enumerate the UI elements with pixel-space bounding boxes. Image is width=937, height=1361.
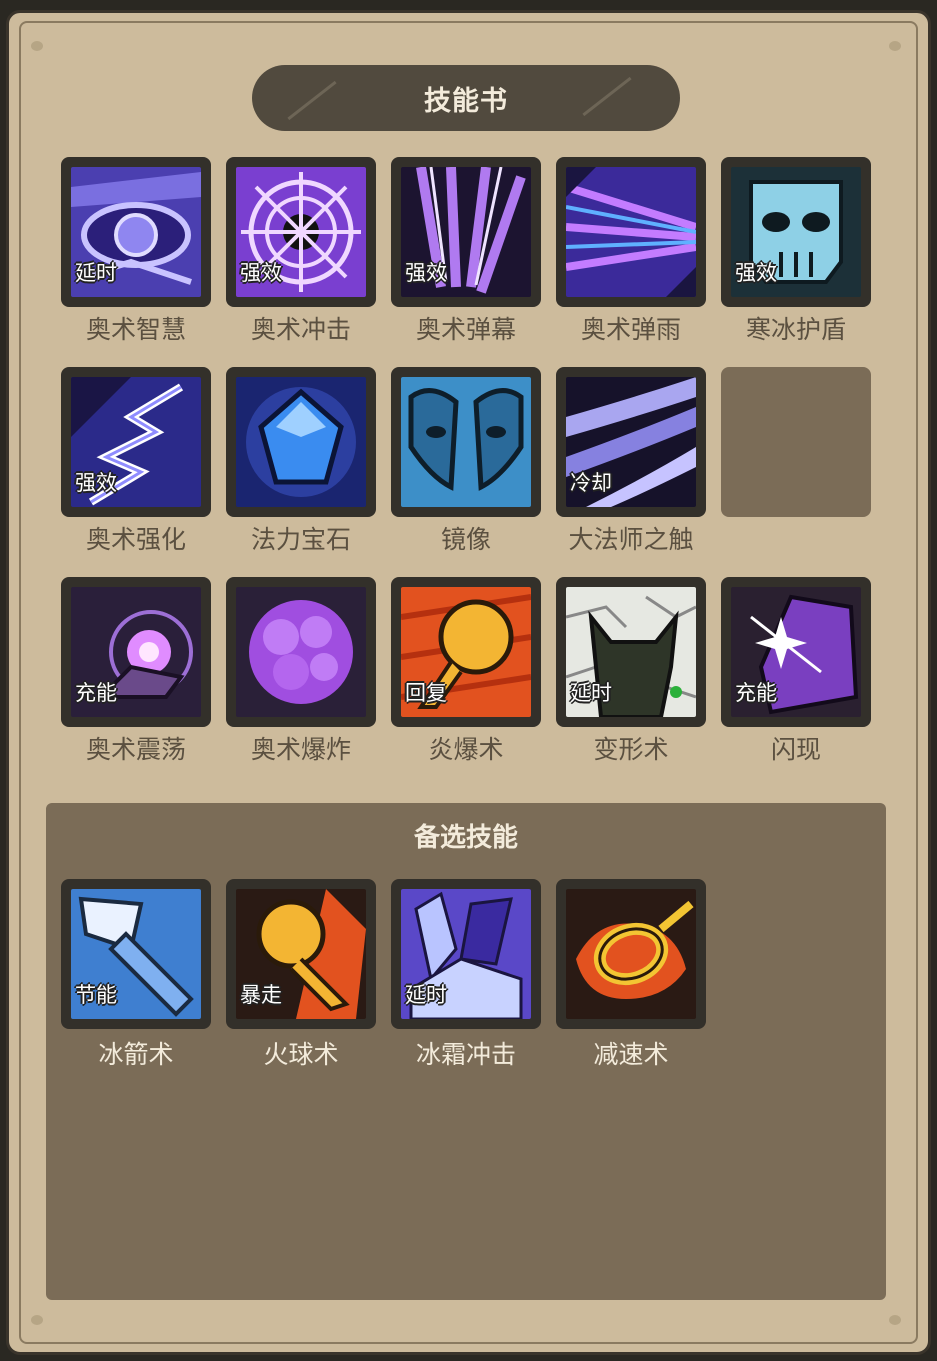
skill-slot[interactable]: 强效 xyxy=(391,157,541,307)
skill-slot[interactable]: 延时 xyxy=(61,157,211,307)
skill-slot[interactable]: 冷却 xyxy=(556,367,706,517)
alt-skill-slot[interactable] xyxy=(556,879,706,1029)
skill-name: 炎爆术 xyxy=(428,735,504,764)
skill-badge: 强效 xyxy=(240,261,282,285)
skill-badge: 强效 xyxy=(735,261,777,285)
mirror-mask-icon xyxy=(401,377,531,507)
skill-name: 冰箭术 xyxy=(98,1040,174,1069)
skill-slot[interactable]: 强效 xyxy=(226,157,376,307)
skill-badge: 延时 xyxy=(405,983,447,1007)
skill-name: 变形术 xyxy=(593,735,669,764)
skill-name: 奥术冲击 xyxy=(250,315,351,344)
skill-name: 冰霜冲击 xyxy=(415,1040,516,1069)
skill-name: 奥术弹雨 xyxy=(580,315,681,344)
skill-slot[interactable]: 回复 xyxy=(391,577,541,727)
corner-rivet xyxy=(889,1315,901,1325)
skill-badge: 暴走 xyxy=(240,983,282,1007)
skill-slot[interactable]: 强效 xyxy=(721,157,871,307)
skill-badge: 充能 xyxy=(735,681,777,705)
skill-name: 奥术弹幕 xyxy=(415,315,516,344)
skill-name: 法力宝石 xyxy=(250,525,351,554)
arcane-rain-icon xyxy=(566,167,696,297)
skill-slot[interactable] xyxy=(226,367,376,517)
skill-slot[interactable]: 充能 xyxy=(61,577,211,727)
skill-name: 寒冰护盾 xyxy=(745,315,846,344)
empty-skill-slot[interactable] xyxy=(721,367,871,517)
skill-slot[interactable]: 充能 xyxy=(721,577,871,727)
skill-slot[interactable]: 强效 xyxy=(61,367,211,517)
skill-badge: 回复 xyxy=(405,681,447,705)
skill-badge: 节能 xyxy=(75,983,117,1007)
banner-scratch xyxy=(582,76,632,117)
skill-badge: 强效 xyxy=(405,261,447,285)
skill-name: 奥术爆炸 xyxy=(250,735,351,764)
skill-name: 闪现 xyxy=(770,735,821,764)
skill-slot[interactable] xyxy=(226,577,376,727)
skill-badge: 冷却 xyxy=(570,471,612,495)
skill-name: 减速术 xyxy=(593,1040,669,1069)
slow-chain-icon xyxy=(566,889,696,1019)
skill-badge: 延时 xyxy=(75,261,117,285)
skill-name: 奥术智慧 xyxy=(85,315,186,344)
skill-badge: 强效 xyxy=(75,471,117,495)
skill-badge: 充能 xyxy=(75,681,117,705)
title-banner: 技能书 xyxy=(252,65,680,131)
alternate-skills-title: 备选技能 xyxy=(413,823,518,853)
skill-name: 火球术 xyxy=(263,1040,339,1069)
skill-slot[interactable] xyxy=(556,157,706,307)
mana-gem-icon xyxy=(236,377,366,507)
skill-badge: 延时 xyxy=(570,681,612,705)
skill-name: 奥术震荡 xyxy=(85,735,186,764)
corner-rivet xyxy=(31,41,43,51)
skill-name: 大法师之触 xyxy=(568,525,694,554)
banner-scratch xyxy=(287,80,337,121)
skill-name: 奥术强化 xyxy=(85,525,186,554)
arcane-explosion-icon xyxy=(236,587,366,717)
skill-name: 镜像 xyxy=(440,525,491,554)
corner-rivet xyxy=(889,41,901,51)
page-title: 技能书 xyxy=(424,85,508,117)
alt-skill-slot[interactable]: 节能 xyxy=(61,879,211,1029)
alt-skill-slot[interactable]: 延时 xyxy=(391,879,541,1029)
skill-slot[interactable]: 延时 xyxy=(556,577,706,727)
skill-slot[interactable] xyxy=(391,367,541,517)
corner-rivet xyxy=(31,1315,43,1325)
alt-skill-slot[interactable]: 暴走 xyxy=(226,879,376,1029)
